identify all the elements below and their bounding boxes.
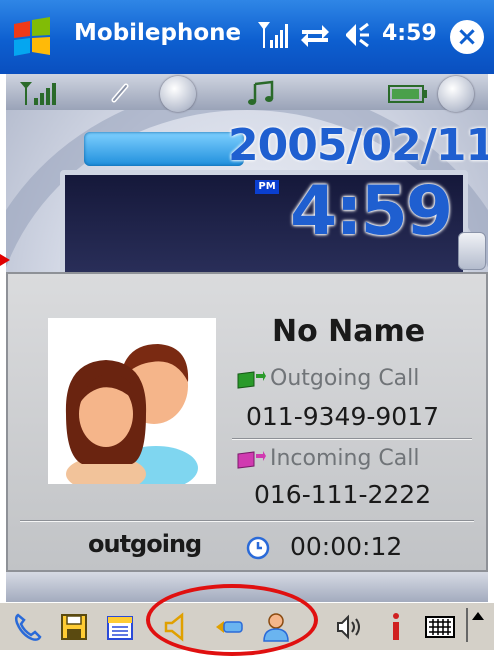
phone-icon[interactable] xyxy=(12,611,44,643)
call-duration: 00:00:12 xyxy=(290,532,403,561)
outgoing-call-icon xyxy=(237,370,266,389)
app-title: Mobilephone xyxy=(74,20,242,46)
contact-name: No Name xyxy=(272,314,426,349)
status-bar-highlight xyxy=(84,132,244,166)
calendar-icon[interactable] xyxy=(104,611,136,643)
incoming-call-label: Incoming Call xyxy=(270,446,420,471)
red-highlight-oval xyxy=(146,584,318,656)
title-bar: Mobilephone 4:59 × xyxy=(0,0,494,74)
speaker-icon[interactable] xyxy=(338,18,372,52)
link-icon xyxy=(111,83,129,103)
clock-icon xyxy=(246,536,270,560)
time-display: 4:59 xyxy=(290,172,453,251)
signal-icon[interactable] xyxy=(256,20,290,50)
divider xyxy=(20,520,474,522)
call-info-panel: No Name Outgoing Call 011-9349-9017 Inco… xyxy=(6,272,488,572)
sync-icon[interactable] xyxy=(298,18,332,52)
incoming-call-icon xyxy=(237,450,266,469)
keyboard-icon[interactable] xyxy=(424,611,456,643)
divider xyxy=(232,438,472,440)
volume-icon[interactable] xyxy=(334,611,366,643)
call-state: outgoing xyxy=(88,530,202,558)
outgoing-number: 011-9349-9017 xyxy=(246,402,440,431)
side-scroll-knob[interactable] xyxy=(458,232,486,270)
save-icon[interactable] xyxy=(58,611,90,643)
outgoing-call-label: Outgoing Call xyxy=(270,366,420,391)
info-icon[interactable] xyxy=(380,611,412,643)
signal-strength-icon xyxy=(20,82,56,105)
outgoing-call-row: Outgoing Call xyxy=(236,366,419,391)
red-arrow-pointer xyxy=(0,254,10,266)
date-display: 2005/02/11 xyxy=(228,120,488,171)
music-icon xyxy=(248,80,274,105)
incoming-number: 016-111-2222 xyxy=(254,480,432,509)
windows-flag-icon[interactable] xyxy=(10,16,54,60)
close-button[interactable]: × xyxy=(450,20,484,54)
pm-badge: PM xyxy=(255,180,279,194)
clock-text[interactable]: 4:59 xyxy=(382,21,437,46)
incoming-call-row: Incoming Call xyxy=(236,446,420,471)
sip-arrow-up-icon[interactable] xyxy=(472,612,484,620)
skin-knob-left xyxy=(160,76,196,112)
toolbar-separator xyxy=(466,608,468,642)
skin-knob-right xyxy=(438,76,474,112)
contact-photo xyxy=(48,318,216,484)
battery-icon xyxy=(388,85,427,103)
